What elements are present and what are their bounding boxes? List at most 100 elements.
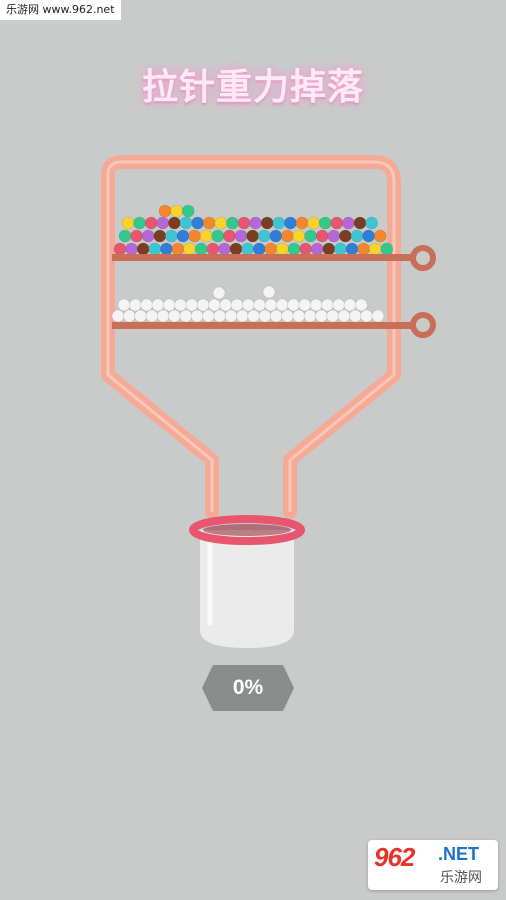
colored-ball [276, 242, 289, 256]
colored-ball [199, 229, 213, 243]
colored-ball [260, 216, 274, 230]
white-ball [264, 298, 278, 312]
white-ball [168, 309, 181, 323]
colored-ball [284, 216, 297, 230]
colored-ball [241, 242, 254, 256]
white-ball [315, 309, 328, 323]
white-ball [326, 309, 340, 323]
collection-cup [189, 515, 305, 648]
colored-ball [342, 216, 355, 230]
colored-ball [229, 242, 243, 256]
colored-ball [223, 229, 236, 243]
colored-ball [121, 216, 135, 230]
progress-label: 0% [232, 676, 264, 699]
container-outline [101, 155, 401, 519]
colored-ball [191, 216, 204, 230]
colored-ball [136, 242, 150, 256]
colored-ball [214, 216, 228, 230]
logo-brand: 962 [374, 842, 415, 872]
colored-ball [218, 242, 231, 256]
white-ball [179, 309, 193, 323]
colored-ball [237, 216, 251, 230]
white-ball [242, 298, 255, 312]
white-ball [281, 309, 294, 323]
white-ball [224, 309, 238, 323]
colored-ball [113, 242, 127, 256]
progress-indicator: 0% [202, 665, 294, 711]
colored-ball [179, 216, 193, 230]
game-board [101, 155, 436, 648]
colored-ball [170, 204, 183, 218]
colored-ball [133, 216, 146, 230]
colored-ball [246, 229, 259, 243]
colored-ball [183, 242, 196, 256]
white-ball [298, 298, 312, 312]
white-ball [230, 298, 244, 312]
colored-ball [353, 216, 367, 230]
colored-ball [118, 229, 132, 243]
white-ball [156, 309, 170, 323]
colored-ball [299, 242, 312, 256]
white-ball [219, 298, 232, 312]
colored-ball [249, 216, 262, 230]
colored-ball [257, 229, 271, 243]
white-ball [162, 298, 176, 312]
colored-ball [304, 229, 317, 243]
colored-ball [307, 216, 320, 230]
colored-ball [281, 229, 294, 243]
colored-ball [160, 242, 173, 256]
colored-ball [272, 216, 286, 230]
white-ball [202, 309, 215, 323]
white-ball [151, 298, 165, 312]
colored-ball [373, 229, 387, 243]
colored-ball [158, 204, 172, 218]
white-ball [287, 298, 300, 312]
colored-ball [365, 216, 378, 230]
white-ball [269, 309, 283, 323]
colored-ball [357, 242, 370, 256]
white-ball [275, 298, 289, 312]
white-ball [343, 298, 357, 312]
white-ball [129, 298, 142, 312]
colored-ball [144, 216, 158, 230]
white-ball [309, 298, 323, 312]
colored-ball [269, 229, 283, 243]
white-ball [208, 298, 221, 312]
colored-ball [350, 229, 364, 243]
white-ball [258, 309, 272, 323]
logo-suffix: .NET [438, 844, 480, 864]
white-ball [134, 309, 147, 323]
white-ball [185, 298, 199, 312]
colored-ball [194, 242, 208, 256]
colored-ball [125, 242, 138, 256]
colored-ball [295, 216, 309, 230]
white-ball [247, 309, 260, 323]
white-ball [292, 309, 306, 323]
colored-ball [181, 204, 195, 218]
white-ball [117, 298, 131, 312]
colored-ball [327, 229, 341, 243]
white-ball [354, 298, 368, 312]
colored-ball [380, 242, 394, 256]
colored-ball [226, 216, 239, 230]
white-ball [348, 309, 362, 323]
colored-ball [141, 229, 155, 243]
colored-ball [339, 229, 352, 243]
logo-cn: 乐游网 [440, 870, 482, 886]
white-ball [332, 298, 346, 312]
white-ball [360, 309, 373, 323]
colored-ball [130, 229, 143, 243]
white-ball [262, 285, 276, 299]
white-ball [190, 309, 204, 323]
colored-ball [171, 242, 185, 256]
white-ball [123, 309, 136, 323]
colored-ball [318, 216, 332, 230]
white-ball [196, 298, 210, 312]
colored-ball [315, 229, 329, 243]
colored-ball [322, 242, 336, 256]
colored-ball [310, 242, 324, 256]
colored-ball [176, 229, 190, 243]
white-ball [212, 286, 226, 300]
white-ball [213, 309, 226, 323]
white-ball-pile [111, 285, 385, 323]
